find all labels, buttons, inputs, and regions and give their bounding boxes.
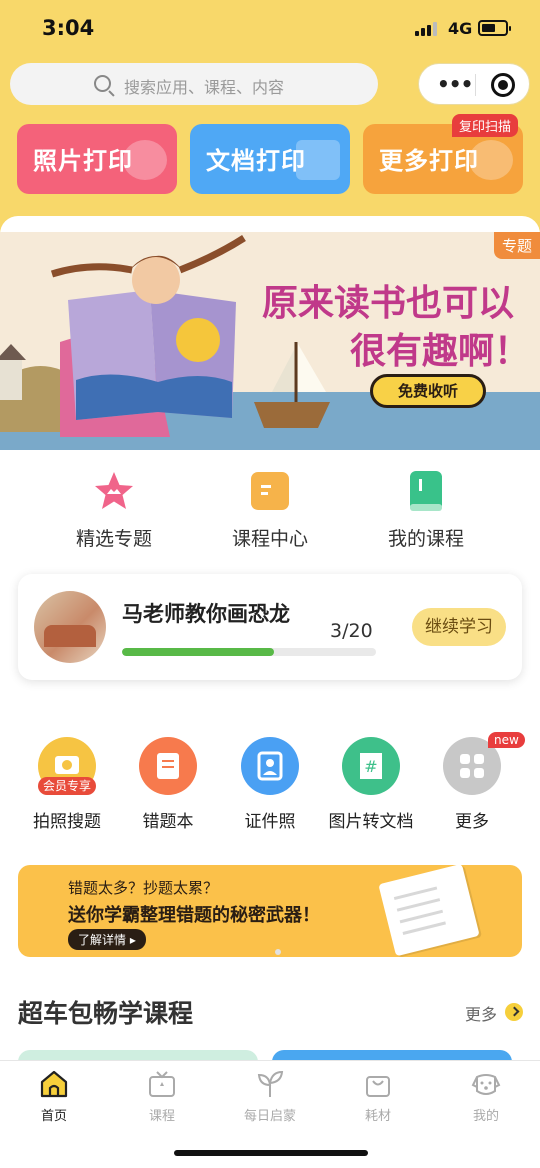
nav-course-center[interactable]: 课程中心: [210, 470, 330, 551]
tv-icon: [147, 1069, 177, 1099]
course-progress-text: 3/20: [330, 620, 373, 642]
home-indicator: [174, 1150, 368, 1156]
tab-home-label: 首页: [40, 1109, 67, 1124]
photo-print-deco: [123, 140, 167, 180]
course-progress-bar: [122, 648, 376, 656]
banner-title-line1: 原来读书也可以: [262, 282, 515, 324]
svg-text:#: #: [364, 757, 377, 776]
star-icon: [93, 470, 135, 512]
nav-featured-topics[interactable]: 精选专题: [54, 470, 174, 551]
continue-learning-button[interactable]: 继续学习: [412, 608, 506, 646]
banner-title-line2: 很有趣啊！: [350, 330, 531, 372]
free-listen-button[interactable]: 免费收听: [370, 374, 486, 408]
tool-id-photo-label: 证件照: [244, 812, 296, 832]
learn-more-button[interactable]: 了解详情 ▸: [68, 929, 146, 950]
camera-icon: 会员专享: [38, 737, 96, 795]
section-more-link[interactable]: 更多: [465, 1001, 497, 1025]
tool-more-label: 更多: [455, 812, 489, 832]
promo-line2: 送你学霸整理错题的秘密武器！: [68, 905, 320, 926]
tool-more[interactable]: 更多: [422, 737, 522, 832]
document-print-label: 文档打印: [206, 147, 306, 175]
search-icon: [94, 75, 111, 92]
carousel-dot: [275, 949, 281, 955]
course-title: 马老师教你画恐龙: [122, 602, 290, 626]
image-to-doc-icon: #: [342, 737, 400, 795]
tab-profile-label: 我的: [472, 1109, 499, 1124]
promo-banner[interactable]: 错题太多？抄题太累？ 送你学霸整理错题的秘密武器！ 了解详情 ▸: [18, 865, 522, 957]
tool-photo-search[interactable]: 会员专享 拍照搜题: [17, 737, 117, 832]
sprout-icon: [255, 1069, 285, 1099]
tab-consumables[interactable]: 耗材: [328, 1069, 428, 1124]
nav-course-center-label: 课程中心: [231, 528, 308, 550]
reading-banner[interactable]: 专题 原来读书也可以 很有趣啊！ 免费收听: [0, 232, 540, 450]
tab-courses-label: 课程: [148, 1109, 175, 1124]
tool-wrong-questions-label: 错题本: [142, 812, 194, 832]
tab-home[interactable]: 首页: [4, 1069, 104, 1124]
tool-image-to-doc[interactable]: # 图片转文档: [321, 737, 421, 832]
more-print-deco: [469, 140, 513, 180]
tab-courses[interactable]: 课程: [112, 1069, 212, 1124]
course-progress-fill: [122, 648, 275, 656]
mini-program-capsule: •••: [418, 63, 530, 105]
nav-my-courses-label: 我的课程: [387, 528, 464, 550]
chevron-right-icon[interactable]: [505, 1003, 523, 1021]
tool-photo-search-label: 拍照搜题: [33, 812, 101, 832]
promo-line1: 错题太多？抄题太累？: [68, 879, 219, 897]
document-print-deco: [296, 140, 340, 180]
home-icon: [39, 1069, 69, 1099]
tool-wrong-questions[interactable]: 错题本: [118, 737, 218, 832]
tab-consumables-label: 耗材: [364, 1109, 391, 1124]
tab-daily-label: 每日启蒙: [243, 1109, 296, 1124]
search-bar[interactable]: 搜索应用、课程、内容: [10, 63, 378, 105]
more-print-label: 更多打印: [379, 147, 479, 175]
notebook-icon: [139, 737, 197, 795]
nav-my-courses[interactable]: 我的课程: [366, 470, 486, 551]
topic-tag: 专题: [493, 232, 540, 259]
photo-print-label: 照片打印: [33, 147, 133, 175]
search-placeholder: 搜索应用、课程、内容: [124, 78, 285, 97]
dog-face-icon: [471, 1069, 501, 1099]
bag-icon: [363, 1069, 393, 1099]
tool-image-to-doc-label: 图片转文档: [328, 812, 414, 832]
copy-scan-badge: 复印扫描: [452, 114, 519, 137]
status-bar: 3:04 4G: [0, 0, 540, 60]
new-badge: new: [488, 732, 525, 748]
photo-print-card[interactable]: 照片打印: [17, 124, 177, 194]
network-type: 4G: [448, 19, 473, 38]
tool-id-photo[interactable]: 证件照: [220, 737, 320, 832]
id-photo-icon: [241, 737, 299, 795]
status-time: 3:04: [42, 16, 95, 40]
document-print-card[interactable]: 文档打印: [190, 124, 350, 194]
nav-featured-topics-label: 精选专题: [75, 528, 152, 550]
tab-daily-enlightenment[interactable]: 每日启蒙: [220, 1069, 320, 1124]
battery-icon: [478, 20, 511, 36]
section-title: 超车包畅学课程: [18, 999, 194, 1028]
tab-profile[interactable]: 我的: [436, 1069, 536, 1124]
capsule-divider: [475, 74, 476, 96]
paper-illustration: [378, 865, 480, 957]
course-thumbnail: [34, 591, 106, 663]
close-miniprogram-icon[interactable]: [491, 73, 515, 97]
more-options-icon[interactable]: •••: [437, 74, 473, 94]
signal-icon: [415, 22, 439, 36]
vip-only-badge: 会员专享: [38, 777, 96, 795]
folder-icon: [249, 470, 291, 512]
book-icon: [405, 470, 447, 512]
continue-course-card[interactable]: 马老师教你画恐龙 3/20 继续学习: [18, 574, 522, 680]
